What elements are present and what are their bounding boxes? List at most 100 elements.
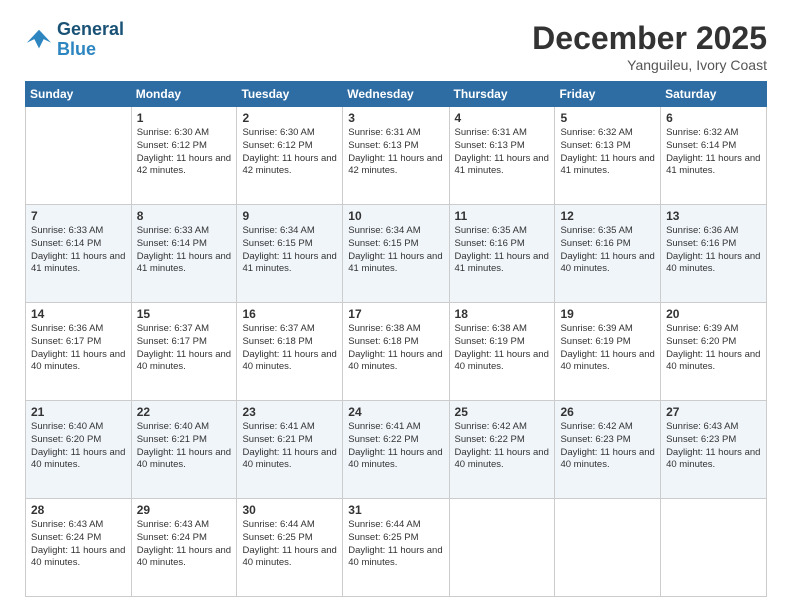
calendar-day-cell: 28Sunrise: 6:43 AMSunset: 6:24 PMDayligh… [26,499,132,597]
day-number: 3 [348,111,443,125]
calendar-day-cell: 18Sunrise: 6:38 AMSunset: 6:19 PMDayligh… [449,303,555,401]
day-info: Sunrise: 6:31 AMSunset: 6:13 PMDaylight:… [348,127,443,178]
day-info: Sunrise: 6:30 AMSunset: 6:12 PMDaylight:… [242,127,337,178]
logo-text: General Blue [57,20,124,60]
day-info: Sunrise: 6:36 AMSunset: 6:17 PMDaylight:… [31,323,126,374]
day-number: 5 [560,111,655,125]
day-info: Sunrise: 6:38 AMSunset: 6:19 PMDaylight:… [455,323,550,374]
calendar-day-cell: 15 Sunrise: 6:37 AMSunset: 6:17 PMDayligh… [131,303,237,401]
day-info: Sunrise: 6:33 AMSunset: 6:14 PMDaylight:… [31,225,126,276]
calendar-week-row: 14 Sunrise: 6:36 AMSunset: 6:17 PMDayligh… [26,303,767,401]
day-info: Sunrise: 6:40 AMSunset: 6:21 PMDaylight:… [137,421,232,472]
day-number: 17 [348,307,443,321]
day-info: Sunrise: 6:41 AMSunset: 6:21 PMDaylight:… [242,421,337,472]
day-info: Sunrise: 6:41 AMSunset: 6:22 PMDaylight:… [348,421,443,472]
logo: General Blue [25,20,124,60]
day-number: 8 [137,209,232,223]
calendar-day-cell: 4Sunrise: 6:31 AMSunset: 6:13 PMDaylight… [449,107,555,205]
calendar-day-cell [26,107,132,205]
day-info: Sunrise: 6:39 AMSunset: 6:19 PMDaylight:… [560,323,655,374]
day-info: Sunrise: 6:35 AMSunset: 6:16 PMDaylight:… [560,225,655,276]
day-info: Sunrise: 6:39 AMSunset: 6:20 PMDaylight:… [666,323,761,374]
calendar-day-cell: 8 Sunrise: 6:33 AMSunset: 6:14 PMDaylight… [131,205,237,303]
day-info: Sunrise: 6:34 AMSunset: 6:15 PMDaylight:… [348,225,443,276]
day-number: 29 [137,503,232,517]
day-number: 12 [560,209,655,223]
calendar-day-cell [661,499,767,597]
calendar-week-row: 7 Sunrise: 6:33 AMSunset: 6:14 PMDaylight… [26,205,767,303]
day-info: Sunrise: 6:30 AMSunset: 6:12 PMDaylight:… [137,127,232,178]
day-info: Sunrise: 6:42 AMSunset: 6:23 PMDaylight:… [560,421,655,472]
title-block: December 2025 Yanguileu, Ivory Coast [532,20,767,73]
day-number: 24 [348,405,443,419]
calendar-week-row: 28Sunrise: 6:43 AMSunset: 6:24 PMDayligh… [26,499,767,597]
day-number: 22 [137,405,232,419]
month-title: December 2025 [532,20,767,57]
calendar-day-cell: 7 Sunrise: 6:33 AMSunset: 6:14 PMDaylight… [26,205,132,303]
day-info: Sunrise: 6:37 AMSunset: 6:17 PMDaylight:… [137,323,232,374]
calendar-day-cell: 16Sunrise: 6:37 AMSunset: 6:18 PMDayligh… [237,303,343,401]
calendar-table: SundayMondayTuesdayWednesdayThursdayFrid… [25,81,767,597]
day-info: Sunrise: 6:32 AMSunset: 6:14 PMDaylight:… [666,127,761,178]
day-info: Sunrise: 6:42 AMSunset: 6:22 PMDaylight:… [455,421,550,472]
calendar-day-cell [449,499,555,597]
day-number: 20 [666,307,761,321]
calendar-day-cell: 11Sunrise: 6:35 AMSunset: 6:16 PMDayligh… [449,205,555,303]
calendar-day-cell: 10 Sunrise: 6:34 AMSunset: 6:15 PMDayligh… [343,205,449,303]
day-info: Sunrise: 6:43 AMSunset: 6:24 PMDaylight:… [31,519,126,570]
day-number: 9 [242,209,337,223]
calendar-day-cell: 12 Sunrise: 6:35 AMSunset: 6:16 PMDayligh… [555,205,661,303]
calendar-header-cell: Monday [131,82,237,107]
calendar-week-row: 21 Sunrise: 6:40 AMSunset: 6:20 PMDayligh… [26,401,767,499]
calendar-day-cell: 25 Sunrise: 6:42 AMSunset: 6:22 PMDayligh… [449,401,555,499]
calendar-day-cell: 14 Sunrise: 6:36 AMSunset: 6:17 PMDayligh… [26,303,132,401]
day-number: 10 [348,209,443,223]
day-number: 14 [31,307,126,321]
calendar-header-cell: Sunday [26,82,132,107]
calendar-day-cell: 20 Sunrise: 6:39 AMSunset: 6:20 PMDayligh… [661,303,767,401]
calendar-header-cell: Wednesday [343,82,449,107]
calendar-day-cell: 31 Sunrise: 6:44 AMSunset: 6:25 PMDayligh… [343,499,449,597]
day-info: Sunrise: 6:43 AMSunset: 6:23 PMDaylight:… [666,421,761,472]
day-number: 19 [560,307,655,321]
calendar-day-cell: 30 Sunrise: 6:44 AMSunset: 6:25 PMDayligh… [237,499,343,597]
day-number: 30 [242,503,337,517]
logo-icon [25,26,53,54]
day-info: Sunrise: 6:36 AMSunset: 6:16 PMDaylight:… [666,225,761,276]
day-number: 15 [137,307,232,321]
calendar-day-cell: 13 Sunrise: 6:36 AMSunset: 6:16 PMDayligh… [661,205,767,303]
day-number: 1 [137,111,232,125]
day-info: Sunrise: 6:32 AMSunset: 6:13 PMDaylight:… [560,127,655,178]
calendar-day-cell: 24 Sunrise: 6:41 AMSunset: 6:22 PMDayligh… [343,401,449,499]
calendar-day-cell: 29 Sunrise: 6:43 AMSunset: 6:24 PMDayligh… [131,499,237,597]
day-info: Sunrise: 6:40 AMSunset: 6:20 PMDaylight:… [31,421,126,472]
day-number: 7 [31,209,126,223]
calendar-day-cell: 23 Sunrise: 6:41 AMSunset: 6:21 PMDayligh… [237,401,343,499]
calendar-day-cell: 5 Sunrise: 6:32 AMSunset: 6:13 PMDaylight… [555,107,661,205]
day-info: Sunrise: 6:33 AMSunset: 6:14 PMDaylight:… [137,225,232,276]
day-info: Sunrise: 6:44 AMSunset: 6:25 PMDaylight:… [242,519,337,570]
day-info: Sunrise: 6:37 AMSunset: 6:18 PMDaylight:… [242,323,337,374]
day-number: 23 [242,405,337,419]
calendar-week-row: 1 Sunrise: 6:30 AMSunset: 6:12 PMDaylight… [26,107,767,205]
day-info: Sunrise: 6:44 AMSunset: 6:25 PMDaylight:… [348,519,443,570]
day-number: 26 [560,405,655,419]
calendar-header-cell: Friday [555,82,661,107]
day-number: 25 [455,405,550,419]
calendar-day-cell: 2 Sunrise: 6:30 AMSunset: 6:12 PMDaylight… [237,107,343,205]
calendar-day-cell: 3 Sunrise: 6:31 AMSunset: 6:13 PMDaylight… [343,107,449,205]
day-number: 21 [31,405,126,419]
day-number: 6 [666,111,761,125]
calendar-header-cell: Tuesday [237,82,343,107]
day-number: 31 [348,503,443,517]
day-number: 13 [666,209,761,223]
day-number: 2 [242,111,337,125]
location: Yanguileu, Ivory Coast [532,57,767,73]
day-info: Sunrise: 6:43 AMSunset: 6:24 PMDaylight:… [137,519,232,570]
calendar-day-cell: 6 Sunrise: 6:32 AMSunset: 6:14 PMDaylight… [661,107,767,205]
day-info: Sunrise: 6:34 AMSunset: 6:15 PMDaylight:… [242,225,337,276]
header: General Blue December 2025 Yanguileu, Iv… [25,20,767,73]
day-info: Sunrise: 6:31 AMSunset: 6:13 PMDaylight:… [455,127,550,178]
calendar-day-cell: 26 Sunrise: 6:42 AMSunset: 6:23 PMDayligh… [555,401,661,499]
calendar-day-cell: 27Sunrise: 6:43 AMSunset: 6:23 PMDayligh… [661,401,767,499]
